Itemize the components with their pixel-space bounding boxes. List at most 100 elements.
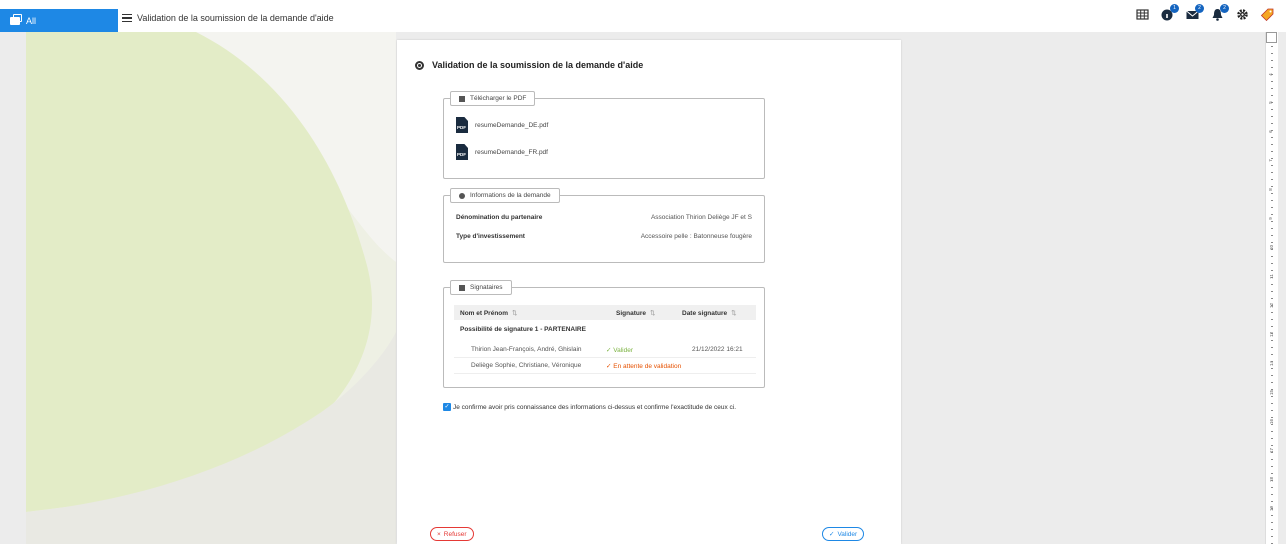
- background-right: [901, 32, 1261, 544]
- ruler-tick: [1271, 193, 1273, 194]
- tag-icon[interactable]: [1261, 8, 1274, 21]
- table-row: Deliège Sophie, Christiane, Véronique ✓ …: [454, 358, 756, 374]
- signer-name: Thirion Jean-François, André, Ghislain: [471, 346, 582, 353]
- toolbar-icons: 1 2 2: [1136, 4, 1274, 21]
- sort-icon[interactable]: ⇅: [731, 310, 736, 317]
- info-box: Informations de la demande Dénomination …: [443, 188, 765, 263]
- ruler-tick: [1271, 536, 1273, 537]
- ruler-tick: [1271, 501, 1273, 502]
- pdf-link-de[interactable]: PDF resumeDemande_DE.pdf: [456, 117, 548, 133]
- ruler-tick: [1271, 312, 1273, 313]
- close-icon: ×: [437, 530, 441, 538]
- confirm-label: Je confirme avoir pris connaissance des …: [453, 403, 737, 411]
- ruler-tick: [1271, 81, 1273, 82]
- ruler-tick: [1271, 277, 1273, 278]
- pdf-filename[interactable]: resumeDemande_DE.pdf: [475, 122, 548, 129]
- wave-shape: [26, 32, 396, 544]
- ruler-tick: [1271, 340, 1273, 341]
- ruler-tick: [1271, 466, 1273, 467]
- ruler-corner[interactable]: [1266, 32, 1277, 43]
- pdf-legend-label: Télécharger le PDF: [470, 95, 527, 102]
- ruler-tick: [1271, 298, 1273, 299]
- ruler-tick: [1271, 326, 1273, 327]
- signature-date: 21/12/2022 16:21: [692, 346, 743, 353]
- gear-icon[interactable]: [1236, 8, 1249, 21]
- ruler-tick: [1271, 109, 1273, 110]
- confirm-checkbox[interactable]: ✓: [443, 403, 451, 411]
- signer-name: Deliège Sophie, Christiane, Véronique: [471, 362, 582, 369]
- info-legend: Informations de la demande: [450, 188, 560, 203]
- ruler-tick: [1271, 116, 1273, 117]
- ruler-tick: [1271, 305, 1273, 306]
- ruler-tick: [1271, 480, 1273, 481]
- ruler-tick: [1271, 242, 1273, 243]
- ruler-label: 7: [1267, 159, 1273, 162]
- bell-icon[interactable]: 2: [1211, 4, 1229, 21]
- column-header-signature[interactable]: Signature ⇅: [616, 309, 682, 317]
- ruler-tick: [1271, 424, 1273, 425]
- ruler-tick: [1271, 60, 1273, 61]
- ruler-tick: [1271, 522, 1273, 523]
- ruler-tick: [1271, 375, 1273, 376]
- table-header: Nom et Prénom ⇅ Signature ⇅ Date signature…: [454, 305, 756, 320]
- info-value: Accessoire pelle : Batonneuse fougère: [640, 233, 752, 240]
- refuse-label: Refuser: [443, 530, 467, 538]
- signatories-box: Signataires Nom et Prénom ⇅ Signature ⇅ Da…: [443, 280, 765, 388]
- info-legend-label: Informations de la demande: [470, 192, 551, 199]
- pdf-icon: PDF: [456, 117, 468, 133]
- ruler-tick: [1271, 389, 1273, 390]
- ruler-tick: [1271, 515, 1273, 516]
- ruler-tick: [1271, 74, 1273, 75]
- sort-icon[interactable]: ⇅: [512, 310, 517, 317]
- ruler-tick: [1271, 165, 1273, 166]
- ruler-tick: [1271, 361, 1273, 362]
- user-icon: [459, 192, 465, 199]
- ruler-tick: [1271, 445, 1273, 446]
- mail-icon[interactable]: 2: [1186, 4, 1204, 21]
- ruler-tick: [1271, 438, 1273, 439]
- ruler-tick: [1271, 459, 1273, 460]
- column-header-name[interactable]: Nom et Prénom ⇅: [454, 309, 616, 317]
- ruler-tick: [1271, 214, 1273, 215]
- sig-legend-label: Signataires: [470, 284, 503, 291]
- pdf-download-box: Télécharger le PDF PDF resumeDemande_DE.…: [443, 91, 765, 179]
- vertical-ruler[interactable]: 4 5 6 7 8 9 10 11 12 13 14 15 16 17 18 1…: [1265, 32, 1278, 544]
- column-header-date[interactable]: Date signature ⇅: [682, 309, 756, 317]
- ruler-tick: [1271, 102, 1273, 103]
- ruler-tick: [1271, 46, 1273, 47]
- info-icon[interactable]: 1: [1161, 4, 1179, 21]
- ruler-tick: [1271, 123, 1273, 124]
- target-icon: [415, 60, 424, 70]
- ruler-tick: [1271, 144, 1273, 145]
- sig-legend: Signataires: [450, 280, 512, 295]
- pdf-icon: PDF: [456, 144, 468, 160]
- ruler-tick: [1271, 494, 1273, 495]
- info-label: Dénomination du partenaire: [456, 214, 543, 221]
- sort-icon[interactable]: ⇅: [650, 310, 655, 317]
- ruler-tick: [1271, 256, 1273, 257]
- validate-button[interactable]: ✓ Valider: [822, 527, 865, 541]
- table-row: Thirion Jean-François, André, Ghislain ✓…: [454, 342, 756, 358]
- ruler-tick: [1271, 270, 1273, 271]
- all-button[interactable]: All: [0, 9, 118, 32]
- ruler-tick: [1271, 382, 1273, 383]
- refuse-button[interactable]: × Refuser: [430, 527, 474, 541]
- all-label: All: [26, 15, 37, 26]
- grid-icon[interactable]: [1136, 8, 1149, 21]
- form-panel: Validation de la soumission de la demand…: [397, 40, 901, 544]
- info-value: Association Thirion Deliège JF et S: [650, 214, 752, 221]
- ruler-tick: [1271, 228, 1273, 229]
- ruler-tick: [1271, 368, 1273, 369]
- ruler-tick: [1271, 529, 1273, 530]
- ruler-tick: [1271, 235, 1273, 236]
- page-title: Validation de la soumission de la demand…: [415, 60, 643, 70]
- ruler-tick: [1271, 417, 1273, 418]
- menu-icon[interactable]: [122, 14, 132, 22]
- status-text: En attente de validation: [613, 362, 682, 370]
- ruler-tick: [1271, 249, 1273, 250]
- pdf-filename[interactable]: resumeDemande_FR.pdf: [475, 149, 548, 156]
- info-badge: 1: [1170, 4, 1179, 13]
- ruler-tick: [1271, 410, 1273, 411]
- pdf-link-fr[interactable]: PDF resumeDemande_FR.pdf: [456, 144, 548, 160]
- ruler-tick: [1271, 207, 1273, 208]
